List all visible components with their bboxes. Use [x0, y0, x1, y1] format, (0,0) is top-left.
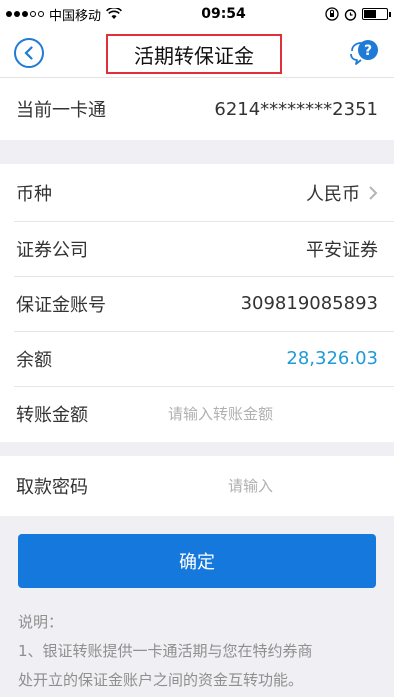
status-left: 中国移动	[6, 5, 122, 24]
confirm-area: 确定	[0, 516, 394, 608]
account-value: 309819085893	[240, 293, 378, 314]
battery-icon	[362, 8, 391, 20]
alarm-icon	[344, 8, 357, 21]
status-right	[325, 7, 391, 21]
status-bar: 中国移动 09:54	[0, 0, 394, 28]
notes-line-1: 1、银证转账提供一卡通活期与您在特约券商	[18, 642, 313, 660]
notes-section: 说明： 1、银证转账提供一卡通活期与您在特约券商 处开立的保证金账户之间的资金互…	[0, 608, 394, 695]
currency-row[interactable]: 币种 人民币	[0, 164, 394, 221]
currency-value: 人民币	[306, 183, 360, 205]
balance-row: 余额 28,326.03	[0, 331, 394, 386]
currency-select[interactable]: 人民币	[306, 180, 378, 206]
broker-row: 证券公司 平安证券	[0, 221, 394, 276]
section-gap	[0, 140, 394, 164]
amount-row: 转账金额	[0, 386, 394, 442]
notes-line-2: 处开立的保证金账户之间的资金互转功能。	[18, 671, 304, 689]
currency-label: 币种	[16, 183, 52, 205]
amount-input[interactable]	[168, 405, 378, 423]
card-row: 当前一卡通 6214********2351	[0, 78, 394, 140]
status-time: 09:54	[201, 6, 246, 22]
section-gap-2	[0, 442, 394, 456]
password-group: 取款密码	[0, 456, 394, 516]
chevron-left-icon	[24, 45, 33, 60]
account-row: 保证金账号 309819085893	[0, 276, 394, 331]
balance-value: 28,326.03	[286, 348, 378, 369]
notes-title: 说明：	[18, 613, 64, 631]
account-label: 保证金账号	[16, 294, 106, 316]
confirm-button[interactable]: 确定	[18, 534, 376, 588]
orientation-lock-icon	[325, 7, 339, 21]
signal-icon	[6, 11, 44, 17]
broker-label: 证券公司	[16, 239, 88, 261]
back-button[interactable]	[14, 37, 44, 68]
password-label: 取款密码	[16, 477, 88, 498]
nav-bar: 活期转保证金 ?	[0, 28, 394, 78]
transfer-form: 币种 人民币 证券公司 平安证券 保证金账号 309819085893 余额 2…	[0, 164, 394, 442]
page-title: 活期转保证金	[106, 34, 282, 74]
amount-label: 转账金额	[16, 405, 88, 426]
card-group: 当前一卡通 6214********2351	[0, 78, 394, 140]
card-label: 当前一卡通	[16, 100, 106, 121]
help-chat-icon[interactable]: ?	[348, 38, 380, 68]
chevron-right-icon	[369, 185, 378, 200]
broker-value: 平安证券	[306, 239, 378, 261]
card-number: 6214********2351	[214, 98, 378, 120]
svg-text:?: ?	[364, 43, 372, 59]
password-input[interactable]	[228, 477, 378, 495]
balance-label: 余额	[16, 349, 52, 371]
wifi-icon	[106, 8, 122, 19]
password-row: 取款密码	[0, 456, 394, 516]
carrier-label: 中国移动	[49, 8, 102, 24]
